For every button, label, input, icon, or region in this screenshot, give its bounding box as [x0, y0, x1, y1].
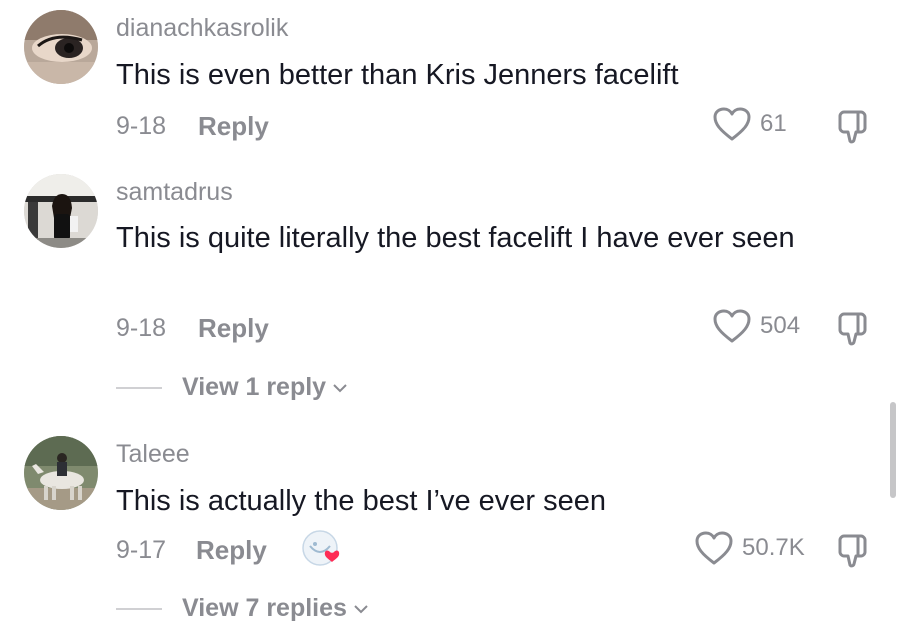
avatar-eye-makeup-icon	[24, 10, 98, 84]
creator-liked-icon	[300, 528, 344, 572]
like-count: 61	[760, 110, 787, 137]
like-count: 504	[760, 312, 801, 339]
comment-date: 9-18	[116, 112, 167, 140]
comment-text: This is even better than Kris Jenners fa…	[116, 59, 679, 91]
like-button[interactable]: 50.7K	[694, 530, 805, 566]
like-count: 50.7K	[742, 534, 805, 561]
avatar[interactable]	[24, 436, 98, 510]
comment-username[interactable]: samtadrus	[116, 178, 233, 207]
comment-username[interactable]: Taleee	[116, 440, 190, 469]
chevron-down-icon	[333, 383, 347, 392]
avatar[interactable]	[24, 174, 98, 248]
comment-username[interactable]: dianachkasrolik	[116, 14, 288, 43]
heart-icon	[712, 308, 752, 344]
divider-line	[116, 386, 162, 389]
comment-text: This is actually the best I’ve ever seen	[116, 485, 607, 517]
reply-button[interactable]: Reply	[196, 535, 267, 566]
view-replies-button[interactable]: View 1 reply	[116, 373, 348, 402]
view-replies-label: View 1 reply	[182, 373, 327, 401]
dislike-icon[interactable]	[834, 532, 872, 570]
avatar[interactable]	[24, 10, 98, 84]
avatar-person-black-outfit-icon	[24, 174, 98, 248]
comment-text: This is quite literally the best facelif…	[116, 222, 795, 254]
avatar-horse-rider-icon	[24, 436, 98, 510]
like-button[interactable]: 61	[712, 106, 787, 142]
reply-button[interactable]: Reply	[198, 313, 269, 344]
heart-icon	[694, 530, 734, 566]
view-replies-button[interactable]: View 7 replies	[116, 594, 369, 623]
view-replies-label: View 7 replies	[182, 594, 347, 622]
heart-icon	[712, 106, 752, 142]
dislike-icon[interactable]	[834, 310, 872, 348]
dislike-icon[interactable]	[834, 108, 872, 146]
comment-date: 9-17	[116, 536, 167, 564]
divider-line	[116, 607, 162, 610]
comment-date: 9-18	[116, 314, 167, 342]
scrollbar[interactable]	[890, 402, 896, 498]
reply-button[interactable]: Reply	[198, 111, 269, 142]
chevron-down-icon	[354, 604, 368, 613]
like-button[interactable]: 504	[712, 308, 800, 344]
